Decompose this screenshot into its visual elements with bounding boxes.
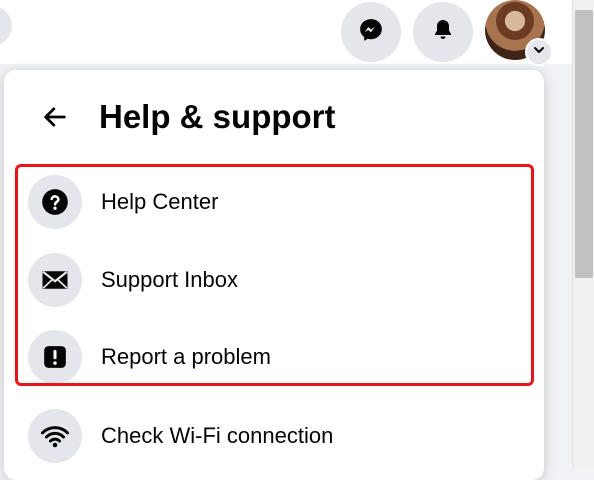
menu-item-help-center[interactable]: Help Center — [20, 167, 536, 237]
messenger-icon — [358, 17, 384, 48]
messenger-button[interactable] — [341, 2, 401, 62]
arrow-left-icon — [41, 103, 69, 136]
menu-item-label: Report a problem — [101, 344, 271, 369]
page-scrollbar[interactable] — [572, 0, 594, 467]
menu-item-label: Support Inbox — [101, 267, 238, 292]
top-navigation-bar — [0, 0, 572, 66]
menu-item-support-inbox[interactable]: Support Inbox — [20, 245, 536, 315]
question-circle-icon — [28, 175, 82, 229]
wifi-icon — [28, 409, 82, 463]
menu-item-report-problem[interactable]: Report a problem — [20, 322, 536, 392]
menu-item-check-wifi[interactable]: Check Wi-Fi connection — [20, 401, 536, 471]
scrollbar-thumb[interactable] — [575, 10, 593, 278]
menu-item-label: Help Center — [101, 189, 219, 214]
back-button[interactable] — [33, 97, 77, 141]
exclamation-icon — [28, 330, 82, 384]
notifications-button[interactable] — [413, 2, 473, 62]
menu-item-label: Check Wi-Fi connection — [101, 423, 334, 448]
account-menu-button[interactable] — [525, 38, 553, 66]
bell-icon — [431, 18, 455, 47]
search-button-partial[interactable] — [0, 6, 12, 46]
chevron-down-icon — [533, 43, 545, 61]
page-title: Help & support — [99, 98, 336, 135]
envelope-icon — [28, 253, 82, 307]
